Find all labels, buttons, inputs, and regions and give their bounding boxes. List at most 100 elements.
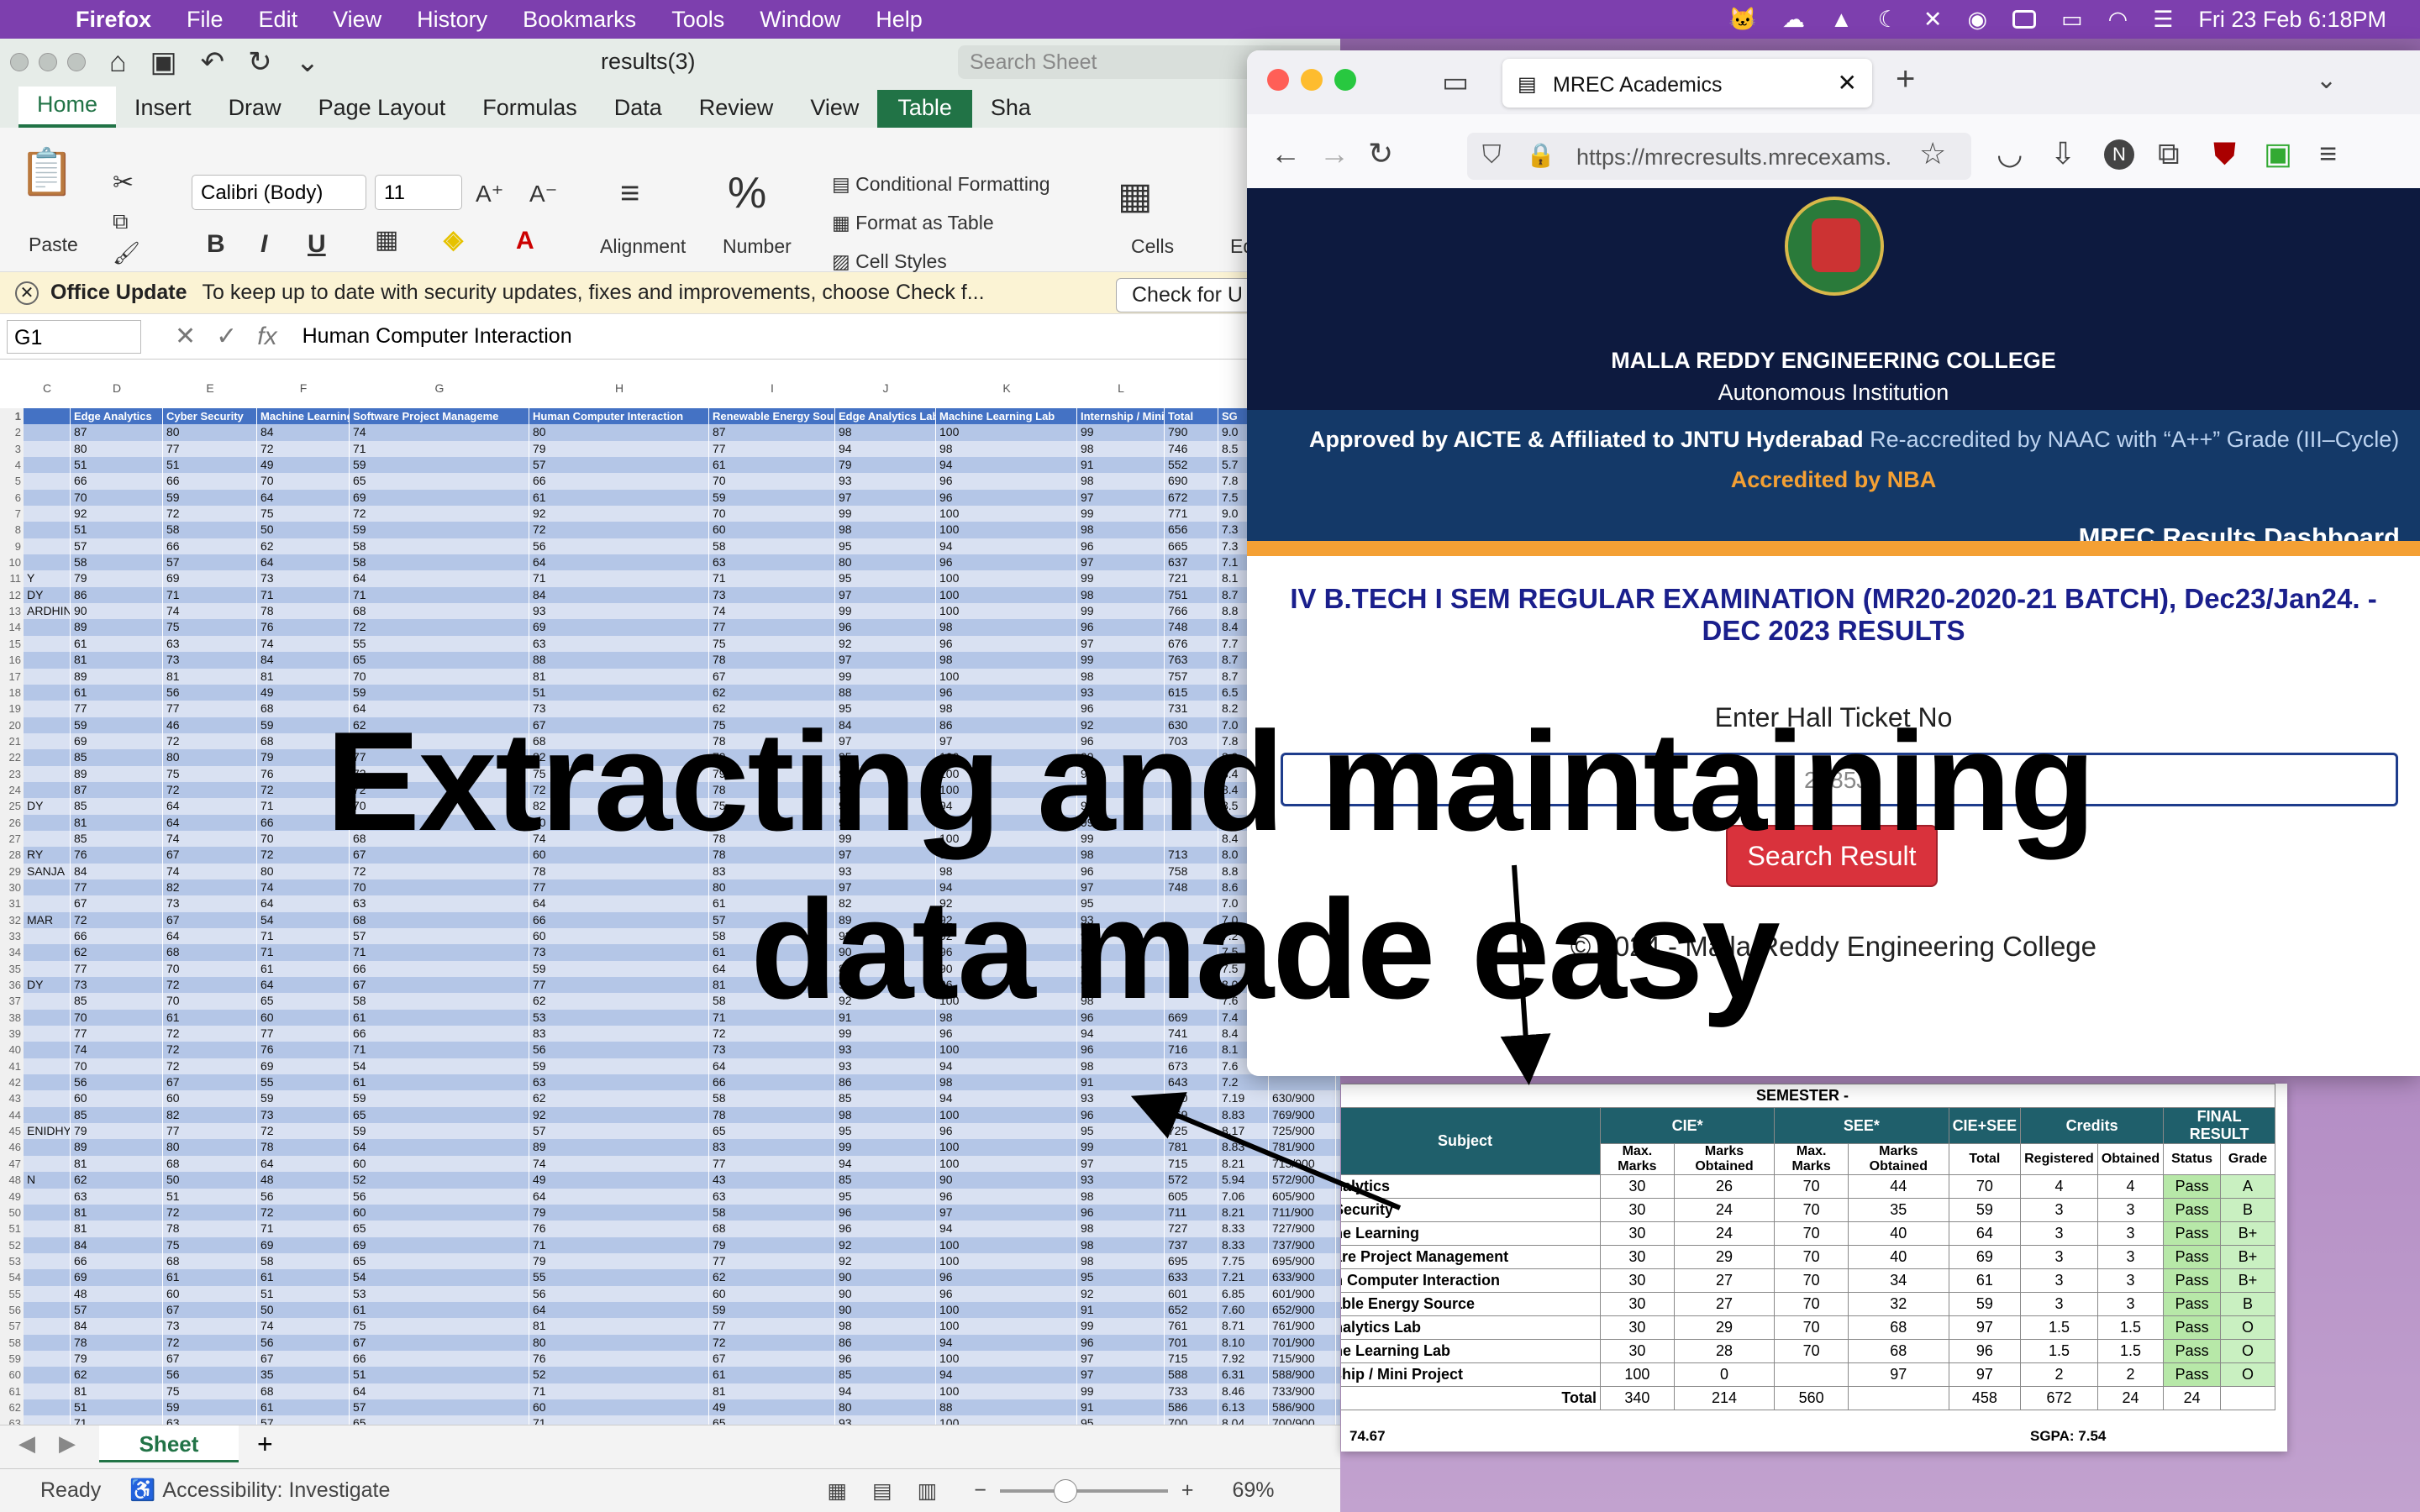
table-row[interactable]: 25 DY 85 64 71 70 82 75 98 94 94 8.5 — [0, 798, 1340, 815]
cell[interactable]: DY — [24, 798, 71, 815]
cell[interactable]: 92 — [529, 506, 709, 522]
cell[interactable]: 748 — [1165, 619, 1218, 636]
cell[interactable]: 66 — [257, 814, 350, 831]
cell[interactable]: 67 — [163, 847, 257, 864]
borders-icon[interactable]: ▦ — [375, 225, 398, 255]
row-number[interactable]: 19 — [0, 701, 24, 717]
cell[interactable]: 67 — [71, 895, 163, 912]
table-row[interactable]: 57 84 73 74 75 81 77 98 100 99 761 8.71 761/900 — [0, 1318, 1340, 1335]
table-row[interactable]: 58 78 72 56 67 80 72 86 94 96 701 8.10 701/900 — [0, 1334, 1340, 1351]
tab-data[interactable]: Data — [596, 95, 681, 128]
cell[interactable]: 80 — [835, 554, 936, 571]
cell[interactable]: 95 — [835, 538, 936, 555]
cell[interactable]: 68 — [257, 701, 350, 717]
cell[interactable]: 96 — [936, 635, 1077, 653]
cell[interactable]: 69 — [257, 1236, 350, 1253]
font-size-select[interactable]: 11 — [375, 175, 462, 210]
cell[interactable]: 68 — [257, 732, 350, 750]
row-number[interactable]: 10 — [0, 554, 24, 571]
cell[interactable]: 72 — [257, 847, 350, 864]
row-number[interactable]: 28 — [0, 847, 24, 864]
cell[interactable]: 605/900 — [1269, 1188, 1336, 1205]
cell[interactable]: 60 — [350, 1204, 529, 1221]
cell[interactable]: 66 — [71, 473, 163, 490]
cell[interactable] — [24, 1252, 71, 1270]
row-number[interactable]: 60 — [0, 1367, 24, 1383]
cell[interactable]: 71 — [257, 1221, 350, 1237]
cell[interactable]: 56 — [529, 1042, 709, 1058]
cell[interactable]: 95 — [835, 1123, 936, 1140]
cell[interactable]: 79 — [709, 749, 835, 766]
cell[interactable]: 63 — [529, 1074, 709, 1091]
row-number[interactable]: 3 — [0, 440, 24, 458]
cell[interactable]: 57 — [350, 1399, 529, 1416]
cell[interactable]: 98 — [1077, 586, 1165, 604]
cell[interactable]: 61 — [71, 635, 163, 653]
cell[interactable]: ENIDHY — [24, 1123, 71, 1140]
cell[interactable]: 100 — [936, 1415, 1077, 1425]
cell[interactable]: 61 — [71, 684, 163, 701]
cell[interactable]: 94 — [835, 440, 936, 458]
cell[interactable] — [1165, 993, 1218, 1010]
cell[interactable]: 83 — [529, 1026, 709, 1042]
cell[interactable]: 56 — [163, 684, 257, 701]
paste-label[interactable]: Paste — [29, 234, 78, 256]
cell[interactable]: 35 — [257, 1367, 350, 1383]
cell[interactable]: 715 — [1165, 1350, 1218, 1368]
cell[interactable]: 725/900 — [1269, 1123, 1336, 1140]
table-row[interactable]: 27 85 74 70 68 74 78 99 100 99 8.4 — [0, 830, 1340, 848]
cell[interactable]: 90 — [835, 944, 936, 961]
row-number[interactable]: 33 — [0, 928, 24, 945]
cell[interactable] — [24, 781, 71, 799]
address-bar[interactable]: ⛉ 🔒 https://mrecresults.mrecexams. — [1467, 133, 1971, 180]
table-row[interactable]: 12 DY 86 71 71 71 84 73 97 100 98 751 8.7 — [0, 586, 1340, 604]
cell[interactable]: 66 — [709, 1074, 835, 1091]
next-sheet-icon[interactable]: ▶ — [59, 1431, 76, 1457]
conditional-formatting-button[interactable]: ▤ Conditional Formatting — [832, 173, 1050, 196]
zoom-slider-thumb[interactable] — [1053, 1478, 1077, 1503]
cell[interactable]: 601 — [1165, 1285, 1218, 1302]
table-row[interactable]: 56 57 67 50 61 64 59 90 100 91 652 7.60 652/900 — [0, 1301, 1340, 1319]
cell[interactable]: 95 — [1077, 1415, 1165, 1425]
cell[interactable]: 56 — [257, 1188, 350, 1205]
cell[interactable]: 721 — [1165, 570, 1218, 587]
menu-tools[interactable]: Tools — [671, 7, 724, 33]
cell[interactable] — [1165, 749, 1218, 766]
cell[interactable]: 672 — [1165, 489, 1218, 507]
table-row[interactable]: 54 69 61 61 54 55 62 90 96 95 633 7.21 633/900 — [0, 1269, 1340, 1286]
cell[interactable] — [24, 489, 71, 507]
cell[interactable]: 98 — [835, 1318, 936, 1335]
cell[interactable]: 64 — [257, 895, 350, 912]
cell[interactable]: 74 — [71, 1042, 163, 1058]
table-row[interactable]: 61 81 75 68 64 71 81 94 100 99 733 8.46 733/900 — [0, 1383, 1340, 1399]
minimize-button[interactable] — [39, 53, 57, 71]
cell[interactable]: 98 — [1077, 473, 1165, 490]
cell[interactable]: 781 — [1165, 1139, 1218, 1156]
cell[interactable]: 71 — [163, 586, 257, 604]
cell[interactable]: 51 — [163, 457, 257, 474]
cell[interactable]: 59 — [350, 1123, 529, 1140]
cell[interactable]: 588 — [1165, 1367, 1218, 1383]
cell[interactable]: 74 — [163, 863, 257, 879]
check-for-updates-button[interactable]: Check for U — [1116, 278, 1259, 312]
cell[interactable]: 66 — [350, 1026, 529, 1042]
row-number[interactable]: 1 — [0, 408, 24, 425]
cell[interactable]: 61 — [257, 1399, 350, 1416]
table-row[interactable]: 16 81 73 84 65 88 78 97 98 99 763 8.7 — [0, 652, 1340, 669]
row-number[interactable]: 4 — [0, 457, 24, 474]
cell[interactable]: 61 — [257, 960, 350, 978]
column-header[interactable]: L — [1077, 381, 1165, 395]
cell[interactable]: 93 — [1077, 684, 1165, 701]
cell[interactable]: 67 — [350, 847, 529, 864]
table-row[interactable]: 47 81 68 64 60 74 77 94 100 97 715 8.21 715/900 — [0, 1155, 1340, 1173]
cell[interactable]: 790 — [1165, 424, 1218, 441]
cell[interactable]: 99 — [1077, 603, 1165, 620]
cell[interactable]: 76 — [529, 1350, 709, 1368]
cell[interactable]: 97 — [835, 879, 936, 896]
cell[interactable]: 81 — [71, 1221, 163, 1237]
row-number[interactable]: 48 — [0, 1172, 24, 1189]
search-result-button[interactable]: Search Result — [1726, 825, 1938, 887]
cell[interactable] — [24, 635, 71, 653]
cell[interactable]: 81 — [529, 668, 709, 685]
table-row[interactable]: 53 66 68 58 65 79 77 92 100 98 695 7.75 695/900 — [0, 1252, 1340, 1270]
